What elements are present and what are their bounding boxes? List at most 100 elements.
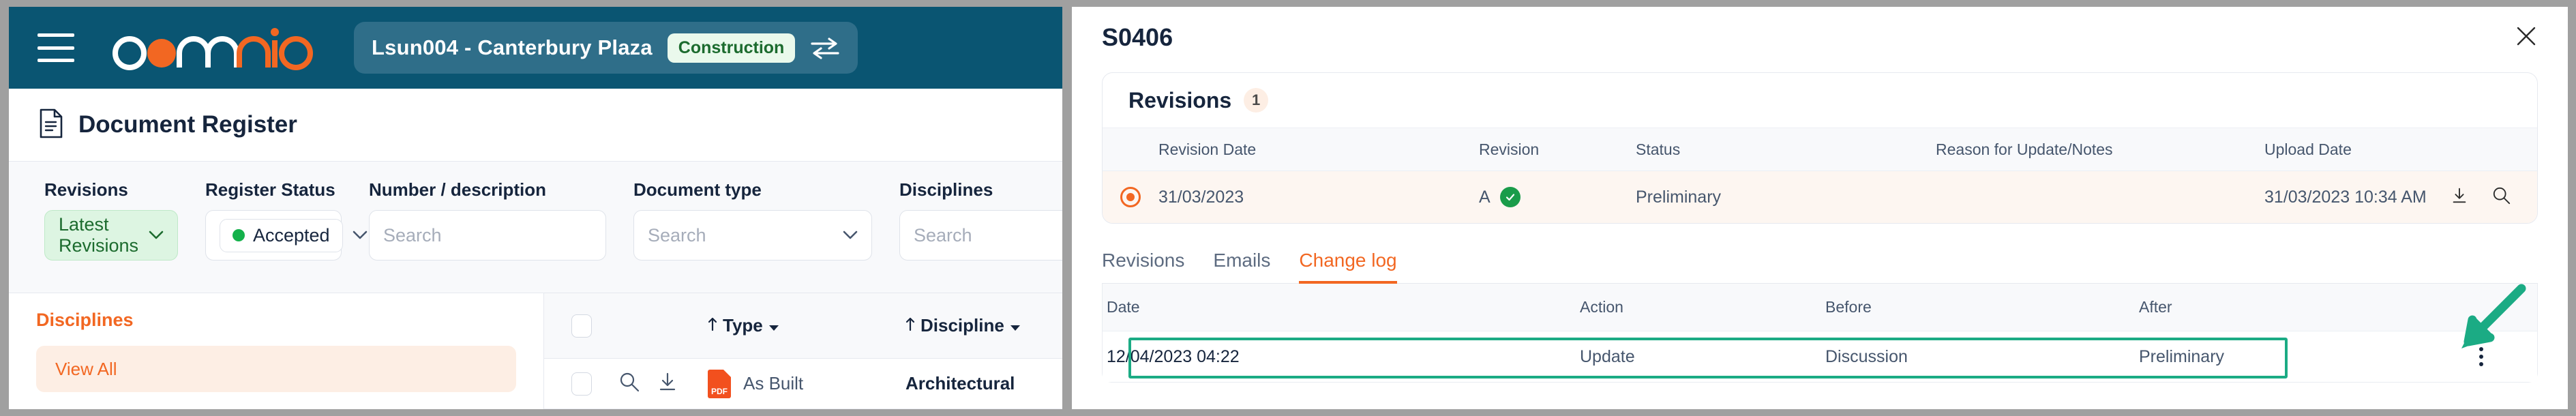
revisions-table-header: Revision Date Revision Status Reason for… — [1103, 128, 2537, 171]
revision-select-cell — [1103, 187, 1158, 207]
revisions-col-revision-date: Revision Date — [1158, 140, 1257, 158]
number-description-placeholder: Search — [383, 224, 442, 246]
number-description-input[interactable]: Search — [369, 210, 606, 261]
revisions-col-upload-date: Upload Date — [2264, 140, 2352, 158]
approved-check-icon — [1499, 187, 1521, 207]
register-status-chip: Accepted — [220, 218, 343, 252]
revisions-col-reason: Reason for Update/Notes — [1936, 140, 2113, 158]
change-log-col-before: Before — [1825, 298, 1872, 316]
register-status-value: Accepted — [253, 224, 330, 246]
search-icon[interactable] — [2492, 186, 2511, 209]
change-log-table-header: Date Action Before After — [1103, 284, 2537, 331]
project-selector[interactable]: Lsun004 - Canterbury Plaza Construction — [354, 22, 858, 74]
detail-panel-title: S0406 — [1102, 23, 1173, 51]
chevron-down-icon — [353, 231, 368, 240]
cell-discipline-label: Architectural — [905, 373, 1015, 393]
document-type-placeholder: Search — [648, 224, 706, 246]
filter-label-register-status: Register Status — [205, 179, 335, 200]
revisions-card: Revisions 1 Revision Date Revision Statu… — [1102, 72, 2538, 224]
revision-status-value: Preliminary — [1636, 187, 1722, 207]
detail-panel-header: S0406 — [1072, 7, 2568, 68]
document-type-select[interactable]: Search — [633, 210, 872, 261]
chevron-down-icon — [843, 231, 858, 240]
chevron-down-icon — [768, 315, 779, 336]
change-log-col-after: After — [2139, 298, 2172, 316]
filter-document-type: Document type Search — [633, 179, 872, 261]
document-detail-panel: S0406 Revisions 1 Revision Date Revision… — [1072, 7, 2568, 409]
table-row[interactable]: PDF As Built Architectural — [544, 359, 1062, 409]
change-log-row-menu-cell — [2425, 347, 2537, 366]
disciplines-placeholder: Search — [914, 224, 972, 246]
disciplines-input[interactable]: Search — [899, 210, 1062, 261]
filter-disciplines: Disciplines Search — [899, 179, 1062, 261]
chevron-down-icon — [149, 231, 164, 240]
row-actions-cell — [619, 372, 708, 396]
register-status-select[interactable]: Accepted — [205, 210, 367, 261]
cell-type-label: As Built — [743, 373, 804, 393]
disciplines-sidebar-title: Disciplines — [36, 310, 134, 330]
detail-tabs: Revisions Emails Change log — [1102, 241, 2538, 284]
column-header-discipline[interactable]: Discipline — [905, 315, 1062, 336]
pdf-file-icon: PDF — [708, 369, 731, 398]
row-checkbox[interactable] — [571, 372, 592, 396]
revisions-col-revision: Revision — [1479, 140, 1540, 158]
revisions-card-heading: Revisions 1 — [1103, 73, 2537, 128]
document-register-app: Lsun004 - Canterbury Plaza Construction — [9, 7, 1062, 409]
revisions-count-badge: 1 — [1244, 88, 1269, 113]
hamburger-menu-icon[interactable] — [38, 33, 74, 62]
change-log-col-action: Action — [1580, 298, 1623, 316]
sort-asc-icon — [905, 315, 915, 336]
revisions-select[interactable]: Latest Revisions — [44, 210, 178, 261]
filter-bar: Revisions Latest Revisions Register Stat… — [9, 161, 1062, 293]
select-all-checkbox[interactable] — [571, 314, 592, 338]
change-log-row[interactable]: 12/04/2023 04:22 Update Discussion Preli… — [1103, 331, 2537, 382]
disciplines-sidebar: Disciplines View All — [9, 293, 544, 409]
change-log-col-date: Date — [1107, 298, 1140, 316]
filter-number-description: Number / description Search — [369, 179, 606, 261]
revisions-table-row[interactable]: 31/03/2023 A Preliminary 31/03/2023 10:3… — [1103, 171, 2537, 223]
close-icon[interactable] — [2515, 25, 2538, 51]
disciplines-item-view-all[interactable]: View All — [36, 346, 516, 392]
column-header-discipline-label: Discipline — [920, 315, 1004, 336]
cell-type: PDF As Built — [708, 369, 905, 398]
filter-label-disciplines: Disciplines — [899, 179, 993, 200]
page-title: Document Register — [78, 111, 297, 138]
revisions-select-value: Latest Revisions — [59, 214, 139, 256]
change-log-card: Date Action Before After 12/04/2023 04:2… — [1102, 284, 2538, 383]
tab-emails[interactable]: Emails — [1213, 250, 1270, 284]
document-icon — [39, 108, 63, 142]
tab-revisions[interactable]: Revisions — [1102, 250, 1184, 284]
project-phase-badge: Construction — [667, 33, 796, 63]
filter-label-revisions: Revisions — [44, 179, 128, 200]
top-navigation-bar: Lsun004 - Canterbury Plaza Construction — [9, 7, 1062, 89]
revision-upload-cell: 31/03/2023 10:34 AM — [2264, 186, 2537, 209]
revision-date-value: 31/03/2023 — [1158, 187, 1244, 207]
screenshot-root: Lsun004 - Canterbury Plaza Construction — [0, 0, 2576, 416]
filter-revisions: Revisions Latest Revisions — [44, 179, 178, 261]
disciplines-item-label: View All — [55, 358, 117, 379]
content-split: Disciplines View All Type Discipline PDF… — [9, 293, 1062, 409]
page-header: Document Register — [9, 89, 1062, 161]
column-header-type[interactable]: Type — [708, 315, 905, 336]
revision-radio-selected[interactable] — [1120, 187, 1141, 207]
revisions-col-status: Status — [1636, 140, 1681, 158]
row-select-cell — [544, 372, 619, 396]
download-icon[interactable] — [657, 372, 678, 396]
tab-change-log[interactable]: Change log — [1299, 250, 1397, 284]
download-icon[interactable] — [2450, 186, 2469, 209]
filter-label-number-description: Number / description — [369, 179, 547, 200]
document-grid-header: Type Discipline — [544, 293, 1062, 359]
commnia-logo[interactable] — [108, 25, 313, 70]
change-log-after-value: Preliminary — [2139, 346, 2225, 366]
change-log-before-value: Discussion — [1825, 346, 1908, 366]
search-icon[interactable] — [619, 372, 640, 396]
filter-register-status: Register Status Accepted — [205, 179, 367, 261]
document-grid: Type Discipline PDF As Built Architectur… — [544, 293, 1062, 409]
swap-project-icon[interactable] — [810, 36, 840, 59]
revision-value: A — [1479, 187, 1491, 207]
column-header-type-label: Type — [723, 315, 763, 336]
change-log-action-value: Update — [1580, 346, 1635, 366]
revisions-card-heading-label: Revisions — [1128, 87, 1232, 113]
filter-label-document-type: Document type — [633, 179, 762, 200]
kebab-menu-icon[interactable] — [2479, 347, 2483, 366]
